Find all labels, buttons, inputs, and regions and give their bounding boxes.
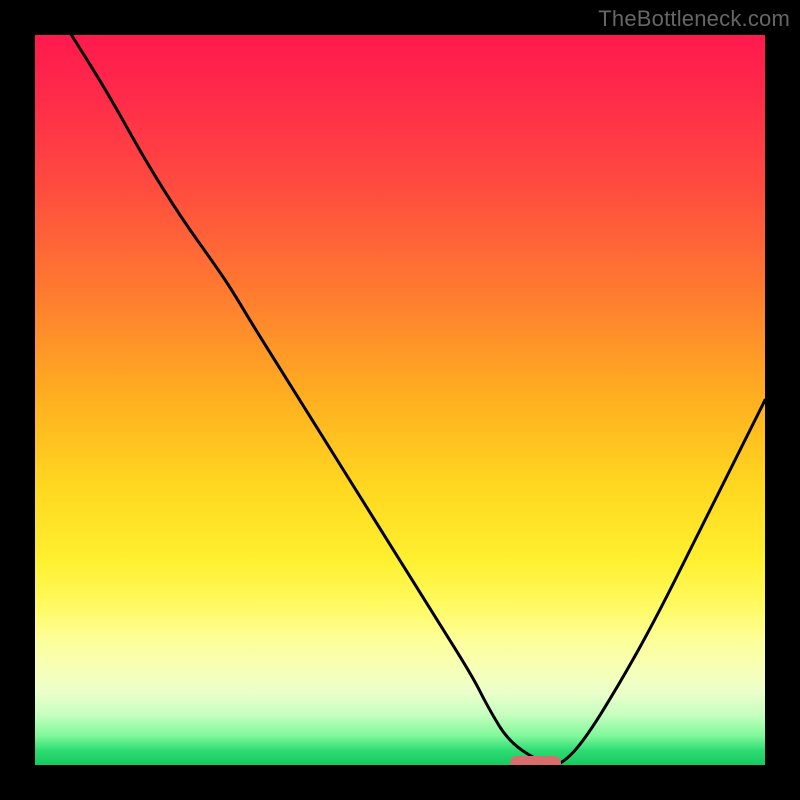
optimal-marker (510, 756, 561, 765)
chart-frame: TheBottleneck.com (0, 0, 800, 800)
bottleneck-curve (35, 35, 765, 765)
curve-path (72, 35, 766, 765)
watermark-text: TheBottleneck.com (598, 6, 790, 32)
plot-area (35, 35, 765, 765)
